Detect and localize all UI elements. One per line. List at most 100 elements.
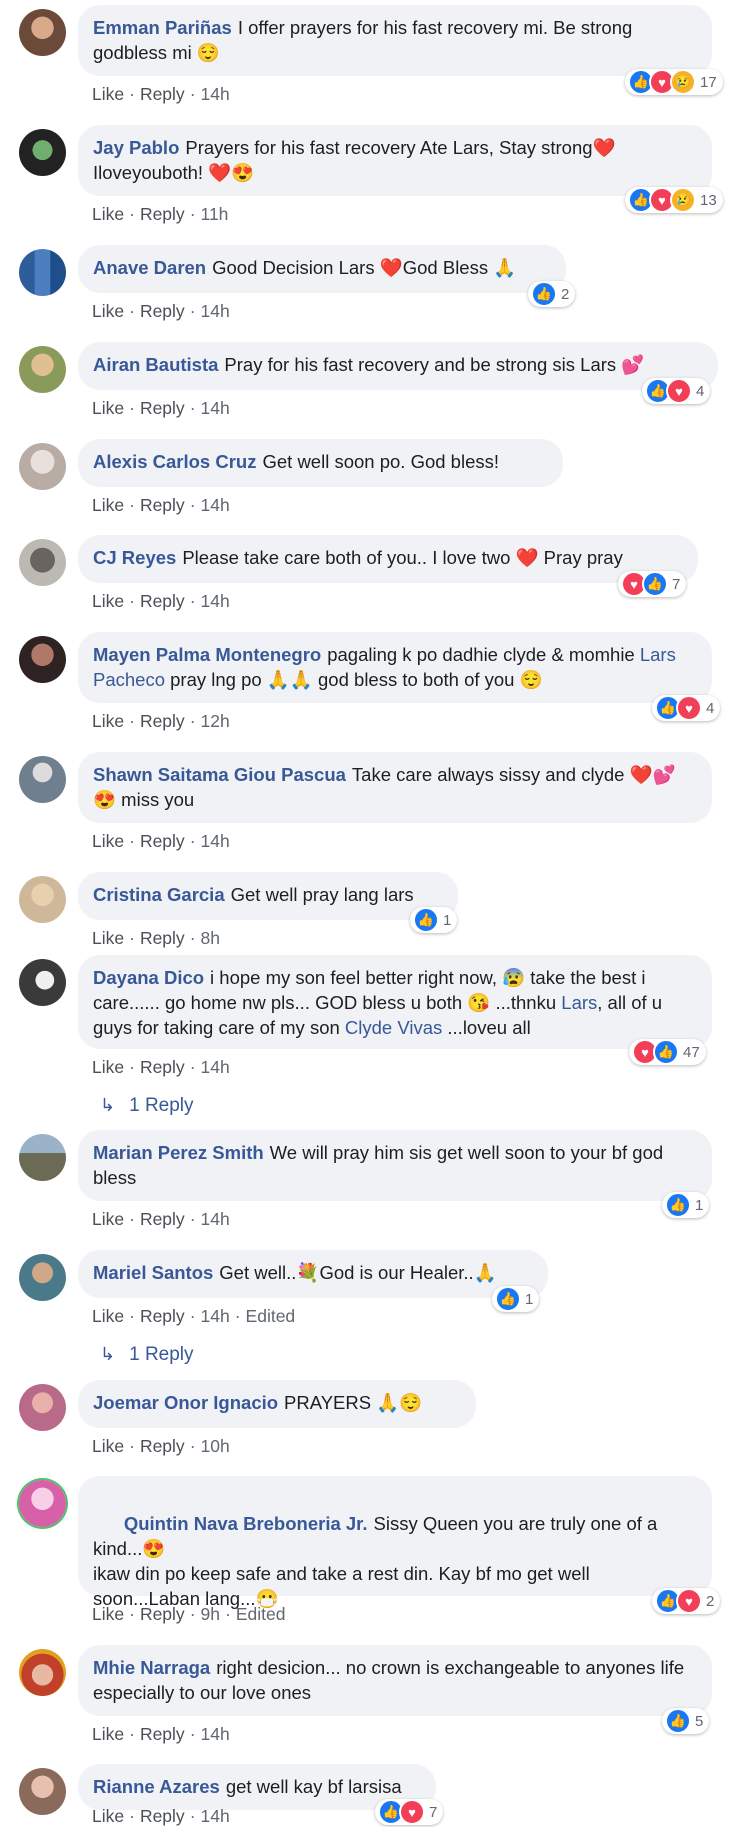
edited-label[interactable]: Edited [236,1604,286,1624]
avatar[interactable] [19,636,66,683]
comment-timestamp[interactable]: 14h [201,831,230,851]
reply-button[interactable]: Reply [140,928,185,948]
love-reaction-icon: ♥ [666,378,692,404]
reaction-summary[interactable]: 👍 2 [528,281,576,307]
comment-author[interactable]: Marian Perez Smith [93,1142,264,1163]
avatar[interactable] [19,129,66,176]
comment-timestamp[interactable]: 8h [201,928,220,948]
reply-button[interactable]: Reply [140,1604,185,1624]
reply-button[interactable]: Reply [140,301,185,321]
comment-author[interactable]: Shawn Saitama Giou Pascua [93,764,346,785]
comment-author[interactable]: Alexis Carlos Cruz [93,451,256,472]
comment-timestamp[interactable]: 14h [201,84,230,104]
like-button[interactable]: Like [92,711,124,731]
reaction-summary[interactable]: 👍 1 [662,1192,710,1218]
like-button[interactable]: Like [92,831,124,851]
reaction-summary[interactable]: 👍 ♥ 😢 13 [625,187,723,213]
comment-author[interactable]: Rianne Azares [93,1776,220,1797]
comment-timestamp[interactable]: 14h [201,301,230,321]
like-button[interactable]: Like [92,1806,124,1826]
mention-link[interactable]: Clyde Vivas [345,1017,442,1038]
comment-timestamp[interactable]: 14h [201,398,230,418]
comment-timestamp[interactable]: 10h [201,1436,230,1456]
like-button[interactable]: Like [92,1604,124,1624]
like-button[interactable]: Like [92,1436,124,1456]
avatar[interactable] [19,1768,66,1815]
view-replies-link[interactable]: ↳ 1 Reply [100,1344,194,1366]
mention-link[interactable]: Lars [561,992,597,1013]
comment-author[interactable]: Joemar Onor Ignacio [93,1392,278,1413]
comment-author[interactable]: Airan Bautista [93,354,218,375]
reaction-summary[interactable]: 👍 1 [492,1286,540,1312]
avatar[interactable] [19,539,66,586]
avatar[interactable] [19,443,66,490]
comment-timestamp[interactable]: 12h [201,711,230,731]
reply-button[interactable]: Reply [140,591,185,611]
comment-timestamp[interactable]: 14h [201,591,230,611]
comment-timestamp[interactable]: 14h [201,1724,230,1744]
reaction-summary[interactable]: ♥ 👍 47 [629,1039,706,1065]
like-button[interactable]: Like [92,204,124,224]
reply-button[interactable]: Reply [140,1306,185,1326]
comment-timestamp[interactable]: 9h [201,1604,220,1624]
edited-label[interactable]: Edited [246,1306,296,1326]
reaction-summary[interactable]: ♥ 👍 7 [618,571,687,597]
reply-button[interactable]: Reply [140,398,185,418]
avatar[interactable] [19,1384,66,1431]
comment-timestamp[interactable]: 14h [201,1806,230,1826]
avatar[interactable] [19,346,66,393]
comment-author[interactable]: Cristina Garcia [93,884,225,905]
like-button[interactable]: Like [92,591,124,611]
reaction-summary[interactable]: 👍 ♥ 4 [652,695,721,721]
comment-author[interactable]: Mariel Santos [93,1262,213,1283]
comment-author[interactable]: Anave Daren [93,257,206,278]
comment-timestamp[interactable]: 14h [201,1057,230,1077]
comment-author[interactable]: Dayana Dico [93,967,204,988]
comment-author[interactable]: Quintin Nava Breboneria Jr. [124,1513,368,1534]
reply-button[interactable]: Reply [140,1057,185,1077]
avatar[interactable] [19,876,66,923]
avatar[interactable] [19,249,66,296]
like-button[interactable]: Like [92,1724,124,1744]
reaction-summary[interactable]: 👍 ♥ 4 [642,378,711,404]
like-button[interactable]: Like [92,84,124,104]
comment-timestamp[interactable]: 14h [201,1209,230,1229]
reply-button[interactable]: Reply [140,495,185,515]
avatar[interactable] [19,9,66,56]
reaction-summary[interactable]: 👍 1 [410,907,458,933]
like-button[interactable]: Like [92,1057,124,1077]
comment-author[interactable]: Mayen Palma Montenegro [93,644,321,665]
like-button[interactable]: Like [92,301,124,321]
avatar[interactable] [19,756,66,803]
avatar[interactable] [19,1254,66,1301]
avatar[interactable] [19,1649,66,1696]
reply-button[interactable]: Reply [140,831,185,851]
comment-timestamp[interactable]: 14h [201,1306,230,1326]
view-replies-link[interactable]: ↳ 1 Reply [100,1095,194,1117]
reaction-summary[interactable]: 👍 ♥ 😢 17 [625,69,723,95]
like-button[interactable]: Like [92,1209,124,1229]
like-button[interactable]: Like [92,928,124,948]
like-button[interactable]: Like [92,1306,124,1326]
like-button[interactable]: Like [92,495,124,515]
avatar[interactable] [19,1134,66,1181]
reply-button[interactable]: Reply [140,1436,185,1456]
comment-timestamp[interactable]: 14h [201,495,230,515]
comment-author[interactable]: Mhie Narraga [93,1657,210,1678]
comment-timestamp[interactable]: 11h [201,204,229,224]
reaction-summary[interactable]: 👍 ♥ 2 [652,1588,721,1614]
reply-button[interactable]: Reply [140,1806,185,1826]
reply-button[interactable]: Reply [140,84,185,104]
reply-button[interactable]: Reply [140,204,185,224]
reply-button[interactable]: Reply [140,1209,185,1229]
avatar[interactable] [19,959,66,1006]
comment-author[interactable]: CJ Reyes [93,547,176,568]
comment-author[interactable]: Jay Pablo [93,137,179,158]
avatar[interactable] [19,1480,66,1527]
comment-author[interactable]: Emman Pariñas [93,17,232,38]
reply-button[interactable]: Reply [140,711,185,731]
reaction-summary[interactable]: 👍 ♥ 7 [375,1799,444,1825]
reply-button[interactable]: Reply [140,1724,185,1744]
reaction-summary[interactable]: 👍 5 [662,1708,710,1734]
like-button[interactable]: Like [92,398,124,418]
